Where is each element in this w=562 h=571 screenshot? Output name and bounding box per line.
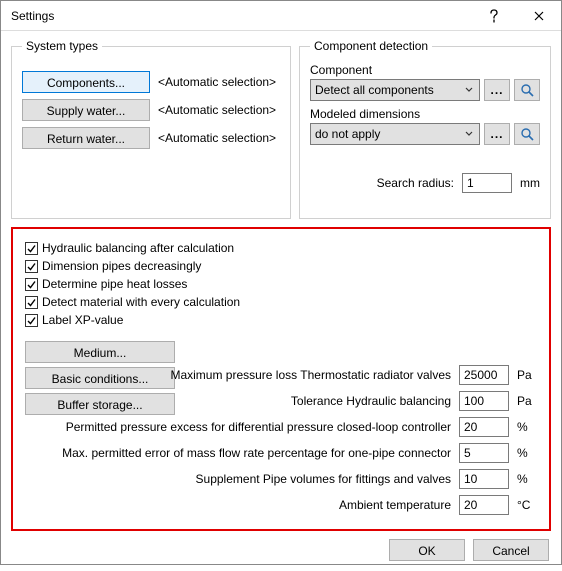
search-radius-input[interactable]: [462, 173, 512, 193]
cb-row-heatloss: Determine pipe heat losses: [25, 276, 537, 292]
cb-row-xp: Label XP-value: [25, 312, 537, 328]
system-types-group: System types Components... <Automatic se…: [11, 39, 291, 219]
param-label: Tolerance Hydraulic balancing: [291, 394, 451, 408]
components-selection-label: <Automatic selection>: [158, 75, 276, 89]
param-unit: °C: [517, 498, 537, 512]
component-detection-legend: Component detection: [310, 39, 432, 53]
dialog-buttons: OK Cancel: [11, 539, 551, 561]
component-combo-value: Detect all components: [315, 83, 434, 97]
system-row-components: Components... <Automatic selection>: [22, 71, 280, 93]
param-label: Ambient temperature: [339, 498, 451, 512]
ellipsis-icon: ...: [490, 87, 503, 93]
param-label: Max. permitted error of mass flow rate p…: [62, 446, 451, 460]
system-row-supply: Supply water... <Automatic selection>: [22, 99, 280, 121]
param-input-ambient[interactable]: [459, 495, 509, 515]
components-button[interactable]: Components...: [22, 71, 150, 93]
component-combo[interactable]: Detect all components: [310, 79, 480, 101]
cb-row-hydraulic: Hydraulic balancing after calculation: [25, 240, 537, 256]
cb-row-material: Detect material with every calculation: [25, 294, 537, 310]
modeled-combo[interactable]: do not apply: [310, 123, 480, 145]
param-row-massflow: Max. permitted error of mass flow rate p…: [25, 443, 537, 463]
ok-button[interactable]: OK: [389, 539, 465, 561]
param-unit: %: [517, 472, 537, 486]
ellipsis-icon: ...: [490, 131, 503, 137]
modeled-search-button[interactable]: [514, 123, 540, 145]
param-input-massflow[interactable]: [459, 443, 509, 463]
cb-label-hydraulic: Hydraulic balancing after calculation: [42, 240, 234, 256]
window-title: Settings: [11, 9, 471, 23]
param-row-tolerance: Tolerance Hydraulic balancing Pa: [25, 391, 537, 411]
search-radius-row: Search radius: mm: [310, 173, 540, 193]
supply-selection-label: <Automatic selection>: [158, 103, 276, 117]
cb-label-dimension: Dimension pipes decreasingly: [42, 258, 201, 274]
component-label: Component: [310, 63, 540, 77]
help-button[interactable]: [471, 1, 516, 31]
param-unit: Pa: [517, 394, 537, 408]
component-detection-group: Component detection Component Detect all…: [299, 39, 551, 219]
help-icon: [489, 9, 499, 23]
param-label: Supplement Pipe volumes for fittings and…: [196, 472, 451, 486]
component-row: Detect all components ...: [310, 79, 540, 101]
checkbox-dimension[interactable]: [25, 260, 38, 273]
dialog-body: System types Components... <Automatic se…: [1, 31, 561, 571]
param-label: Maximum pressure loss Thermostatic radia…: [170, 368, 451, 382]
highlighted-options-area: Hydraulic balancing after calculation Di…: [11, 227, 551, 531]
settings-dialog: Settings System types Components... <Aut…: [0, 0, 562, 565]
search-radius-unit: mm: [520, 176, 540, 190]
medium-button[interactable]: Medium...: [25, 341, 175, 363]
return-water-button[interactable]: Return water...: [22, 127, 150, 149]
param-input-supplement[interactable]: [459, 469, 509, 489]
system-types-legend: System types: [22, 39, 102, 53]
param-row-excess: Permitted pressure excess for differenti…: [25, 417, 537, 437]
return-selection-label: <Automatic selection>: [158, 131, 276, 145]
cb-row-dimension: Dimension pipes decreasingly: [25, 258, 537, 274]
param-input-max-pressure[interactable]: [459, 365, 509, 385]
cancel-button[interactable]: Cancel: [473, 539, 549, 561]
magnifier-icon: [520, 83, 534, 97]
param-row-max-pressure: Maximum pressure loss Thermostatic radia…: [25, 365, 537, 385]
param-label: Permitted pressure excess for differenti…: [66, 420, 451, 434]
checkbox-xp[interactable]: [25, 314, 38, 327]
param-unit: %: [517, 446, 537, 460]
component-browse-button[interactable]: ...: [484, 79, 510, 101]
modeled-label: Modeled dimensions: [310, 107, 540, 121]
titlebar: Settings: [1, 1, 561, 31]
close-button[interactable]: [516, 1, 561, 31]
chevron-down-icon: [461, 82, 477, 98]
cb-label-material: Detect material with every calculation: [42, 294, 240, 310]
checkbox-material[interactable]: [25, 296, 38, 309]
checkbox-hydraulic[interactable]: [25, 242, 38, 255]
param-unit: Pa: [517, 368, 537, 382]
param-row-supplement: Supplement Pipe volumes for fittings and…: [25, 469, 537, 489]
param-unit: %: [517, 420, 537, 434]
supply-water-button[interactable]: Supply water...: [22, 99, 150, 121]
magnifier-icon: [520, 127, 534, 141]
parameters-area: Maximum pressure loss Thermostatic radia…: [25, 365, 537, 515]
top-row: System types Components... <Automatic se…: [11, 39, 551, 219]
search-radius-label: Search radius:: [377, 176, 454, 190]
system-row-return: Return water... <Automatic selection>: [22, 127, 280, 149]
cb-label-xp: Label XP-value: [42, 312, 123, 328]
modeled-browse-button[interactable]: ...: [484, 123, 510, 145]
modeled-row: do not apply ...: [310, 123, 540, 145]
cb-label-heatloss: Determine pipe heat losses: [42, 276, 187, 292]
param-row-ambient: Ambient temperature °C: [25, 495, 537, 515]
checkbox-heatloss[interactable]: [25, 278, 38, 291]
modeled-combo-value: do not apply: [315, 127, 380, 141]
close-icon: [534, 11, 544, 21]
component-search-button[interactable]: [514, 79, 540, 101]
param-input-tolerance[interactable]: [459, 391, 509, 411]
param-input-excess[interactable]: [459, 417, 509, 437]
chevron-down-icon: [461, 126, 477, 142]
